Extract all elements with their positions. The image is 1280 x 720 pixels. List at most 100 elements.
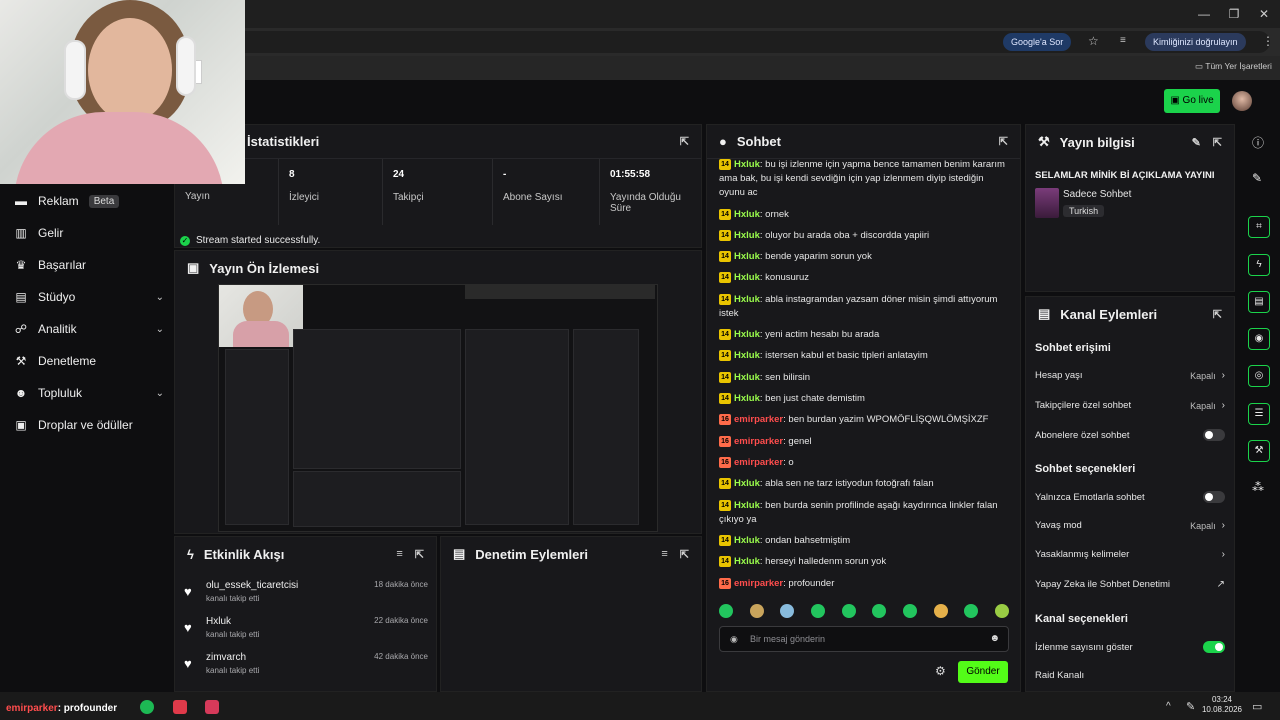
- go-live-button[interactable]: ▣ Go live: [1164, 89, 1220, 113]
- app-icon[interactable]: [205, 700, 219, 714]
- chat-username[interactable]: Hxluk: [734, 230, 760, 241]
- bolt-icon[interactable]: ϟ: [1248, 254, 1270, 276]
- apps-icon[interactable]: ⁂: [1252, 480, 1264, 494]
- emote-icon[interactable]: [902, 604, 917, 618]
- ai-mod-row[interactable]: Yapay Zeka ile Sohbet Denetimi ↗: [1035, 579, 1225, 590]
- sidebar-item-denetleme[interactable]: ⚒ Denetleme: [14, 349, 164, 373]
- minimize-icon[interactable]: —: [1196, 6, 1212, 22]
- wrench-icon[interactable]: ⚒: [1248, 440, 1270, 462]
- row-label: İzlenme sayısını göster: [1035, 641, 1133, 653]
- emoji-icon[interactable]: ☻: [989, 627, 1000, 651]
- chat-username[interactable]: emirparker: [734, 436, 783, 447]
- emote-icon[interactable]: [841, 604, 856, 618]
- chat-username[interactable]: Hxluk: [734, 350, 760, 361]
- sidebar-item-reklam[interactable]: ▬ Reklam Beta: [14, 189, 164, 213]
- spotify-icon[interactable]: [140, 700, 154, 714]
- chat-username[interactable]: emirparker: [734, 414, 783, 425]
- sidebar-item-basarilar[interactable]: ♛ Başarılar: [14, 253, 164, 277]
- sidebar-item-droplar[interactable]: ▣ Droplar ve ödüller: [14, 413, 164, 437]
- activity-name[interactable]: Hxluk: [206, 616, 231, 627]
- stream-category[interactable]: Sadece Sohbet: [1063, 189, 1131, 200]
- chat-username[interactable]: Hxluk: [734, 329, 760, 340]
- show-viewers-toggle[interactable]: [1203, 641, 1225, 653]
- app-icon[interactable]: [173, 700, 187, 714]
- go-live-label: Go live: [1182, 95, 1214, 106]
- filter-icon[interactable]: ≡: [396, 548, 402, 561]
- chat-username[interactable]: Hxluk: [734, 535, 760, 546]
- sidebar-item-topluluk[interactable]: ☻ Topluluk ⌄: [14, 381, 164, 405]
- maximize-icon[interactable]: ❐: [1226, 6, 1242, 22]
- info-icon[interactable]: ⓘ: [1252, 134, 1264, 151]
- gear-icon[interactable]: ⚙: [935, 664, 946, 678]
- stat-uptime: 01:55:58 Yayında Olduğu Süre: [600, 159, 702, 225]
- chat-username[interactable]: Hxluk: [734, 556, 760, 567]
- account-age-row[interactable]: Hesap yaşı Kapalı ›: [1035, 370, 1225, 381]
- tray-chevron-icon[interactable]: ^: [1166, 701, 1171, 712]
- emote-icon[interactable]: [964, 604, 979, 618]
- chat-username[interactable]: Hxluk: [734, 209, 760, 220]
- layers-icon[interactable]: ☰: [1248, 403, 1270, 425]
- chat-username[interactable]: Hxluk: [734, 294, 760, 305]
- popout-icon[interactable]: ⇱: [680, 135, 689, 148]
- chat-input[interactable]: ◉ Bir mesaj gönderin ☻: [719, 626, 1009, 652]
- emote-only-toggle[interactable]: [1203, 491, 1225, 503]
- broadcast-icon[interactable]: ◎: [1248, 365, 1270, 387]
- notification-icon[interactable]: ▭: [1252, 700, 1262, 713]
- slow-mode-row[interactable]: Yavaş mod Kapalı ›: [1035, 520, 1225, 531]
- edit-icon[interactable]: ✎: [1192, 136, 1201, 149]
- chat-username[interactable]: Hxluk: [734, 372, 760, 383]
- activity-name[interactable]: zimvarch: [206, 652, 246, 663]
- pen-icon[interactable]: ✎: [1186, 700, 1195, 713]
- chat-username[interactable]: Hxluk: [734, 393, 760, 404]
- chat-username[interactable]: Hxluk: [734, 251, 760, 262]
- chat-icon[interactable]: ◉: [1248, 328, 1270, 350]
- emote-icon[interactable]: [749, 604, 764, 618]
- sub-badge: 14: [719, 158, 731, 170]
- document-icon[interactable]: ▤: [1248, 291, 1270, 313]
- chat-username[interactable]: emirparker: [734, 457, 783, 468]
- emote-icon[interactable]: [780, 604, 795, 618]
- menu-icon[interactable]: ⋮: [1262, 34, 1274, 48]
- send-button[interactable]: Gönder: [958, 661, 1008, 683]
- emote-icon[interactable]: [933, 604, 948, 618]
- emote-icon[interactable]: [719, 604, 733, 618]
- popout-icon[interactable]: ⇱: [680, 548, 689, 561]
- stat-label: Yayın: [185, 191, 210, 202]
- sidebar-item-analitik[interactable]: ☍ Analitik ⌄: [14, 317, 164, 341]
- chat-username[interactable]: Hxluk: [734, 478, 760, 489]
- popout-icon[interactable]: ⇱: [1213, 136, 1222, 149]
- popout-icon[interactable]: ⇱: [1213, 308, 1222, 321]
- followers-only-row[interactable]: Takipçilere özel sohbet Kapalı ›: [1035, 400, 1225, 411]
- reading-list-icon[interactable]: ≡: [1120, 35, 1126, 46]
- popout-icon[interactable]: ⇱: [415, 548, 424, 561]
- avatar[interactable]: [1232, 91, 1252, 111]
- clock[interactable]: 03:24 10.08.2026: [1200, 695, 1244, 715]
- raid-row[interactable]: Raid Kanalı: [1035, 670, 1225, 681]
- chat-username[interactable]: Hxluk: [734, 500, 760, 511]
- address-bar[interactable]: [150, 31, 1270, 53]
- emote-icon[interactable]: [872, 604, 887, 618]
- identity-chip[interactable]: Kimliğinizi doğrulayın: [1145, 33, 1246, 51]
- banned-words-row[interactable]: Yasaklanmış kelimeler ›: [1035, 549, 1225, 560]
- popout-icon[interactable]: ⇱: [999, 135, 1008, 148]
- google-ask-chip[interactable]: Google'a Sor: [1003, 33, 1072, 51]
- chat-username[interactable]: Hxluk: [734, 159, 760, 170]
- emote-icon[interactable]: [810, 604, 825, 618]
- sidebar-item-gelir[interactable]: ▥ Gelir: [14, 221, 164, 245]
- scan-icon[interactable]: ⌗: [1248, 216, 1270, 238]
- streaminfo-header: ⚒ Yayın bilgisi ✎ ⇱: [1026, 125, 1234, 159]
- chat-username[interactable]: emirparker: [734, 578, 783, 589]
- close-icon[interactable]: ✕: [1256, 6, 1272, 22]
- subs-only-toggle[interactable]: [1203, 429, 1225, 441]
- sidebar-item-studyo[interactable]: ▤ Stüdyo ⌄: [14, 285, 164, 309]
- emote-icon[interactable]: [994, 604, 1009, 618]
- pencil-icon[interactable]: ✎: [1252, 171, 1262, 185]
- filter-icon[interactable]: ≡: [661, 548, 667, 561]
- chat-username[interactable]: Hxluk: [734, 272, 760, 283]
- stream-preview-video[interactable]: [218, 284, 658, 532]
- channel-actions-title: Kanal Eylemleri: [1060, 306, 1158, 322]
- star-icon[interactable]: ☆: [1088, 34, 1099, 48]
- activity-name[interactable]: olu_essek_ticaretcisi: [206, 580, 298, 591]
- chevron-right-icon: ›: [1221, 370, 1225, 381]
- all-bookmarks[interactable]: ▭ Tüm Yer İşaretleri: [1195, 61, 1272, 72]
